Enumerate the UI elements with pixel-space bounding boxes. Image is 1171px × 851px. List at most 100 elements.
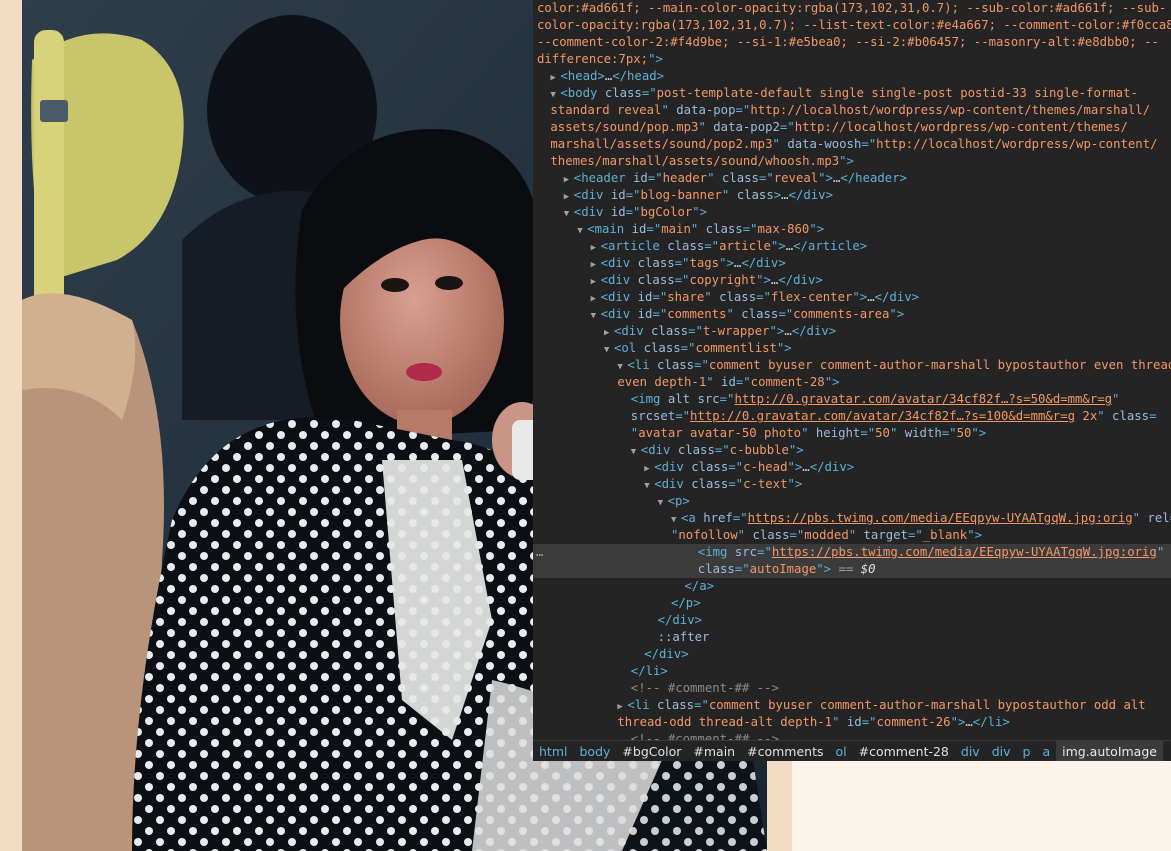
dom-token[interactable]: https://pbs.twimg.com/media/EEqpyw-UYAAT… xyxy=(772,545,1157,559)
breadcrumb-item[interactable]: html xyxy=(533,741,573,761)
dom-node-line[interactable]: <img src="https://pbs.twimg.com/media/EE… xyxy=(533,544,1171,561)
dom-node-line[interactable]: themes/marshall/assets/sound/whoosh.mp3"… xyxy=(533,153,1171,170)
dom-node-line[interactable]: <!-- #comment-## --> xyxy=(533,680,1171,697)
dom-node-line[interactable]: <!-- #comment-## --> xyxy=(533,731,1171,740)
dom-node-line[interactable]: srcset="http://0.gravatar.com/avatar/34c… xyxy=(533,408,1171,425)
dom-token: marshall/assets/sound/pop2.mp3 xyxy=(550,137,773,151)
expand-arrow-down-icon[interactable]: ▼ xyxy=(604,342,614,357)
dom-node-line[interactable]: class="autoImage"> == $0 xyxy=(533,561,1171,578)
dom-node-line[interactable]: ▶ <div class="c-head">…</div> xyxy=(533,459,1171,476)
breadcrumb[interactable]: html body #bgColor #main #comments ol #comment… xyxy=(533,740,1171,761)
dom-node-line[interactable]: ▶ <div id="share" class="flex-center">…</… xyxy=(533,289,1171,306)
dom-node-line[interactable]: ▼ <div class="c-bubble"> xyxy=(533,442,1171,459)
dom-node-line[interactable]: marshall/assets/sound/pop2.mp3" data-woo… xyxy=(533,136,1171,153)
dom-node-line[interactable]: </li> xyxy=(533,663,1171,680)
dom-node-line[interactable]: ▼ <a href="https://pbs.twimg.com/media/EE… xyxy=(533,510,1171,527)
dom-node-line[interactable]: ▼ <li class="comment byuser comment-autho… xyxy=(533,357,1171,374)
dom-node-line[interactable]: "nofollow" class="modded" target="_blank… xyxy=(533,527,1171,544)
dom-node-line[interactable]: </div> xyxy=(533,646,1171,663)
expand-arrow-right-icon[interactable]: ▶ xyxy=(604,325,614,340)
dom-node-line[interactable]: ▼ <p> xyxy=(533,493,1171,510)
dom-node-line[interactable]: --comment-color-2:#f4d9be; --si-1:#e5bea… xyxy=(533,34,1171,51)
devtools-elements-panel[interactable]: color:#ad661f; --main-color-opacity:rgba… xyxy=(533,0,1171,761)
expand-arrow-down-icon[interactable]: ▼ xyxy=(577,223,587,238)
expand-arrow-right-icon[interactable]: ▶ xyxy=(591,257,601,272)
dom-node-line[interactable]: ▶ <li class="comment byuser comment-autho… xyxy=(533,697,1171,714)
dom-node-line[interactable]: ▼ <ol class="commentlist"> xyxy=(533,340,1171,357)
dom-node-line[interactable]: standard reveal" data-pop="http://localh… xyxy=(533,102,1171,119)
dom-node-line[interactable]: ▶ <header id="header" class="reveal">…</h… xyxy=(533,170,1171,187)
dom-node-line[interactable]: </a> xyxy=(533,578,1171,595)
dom-node-line[interactable]: ▶ <div class="tags">…</div> xyxy=(533,255,1171,272)
breadcrumb-item[interactable]: ol xyxy=(829,741,852,761)
breadcrumb-item[interactable]: #bgColor xyxy=(616,741,687,761)
dom-token: 50 xyxy=(875,426,890,440)
breadcrumb-item[interactable]: body xyxy=(573,741,616,761)
dom-token: =" xyxy=(728,460,744,474)
expand-arrow-right-icon[interactable]: ▶ xyxy=(591,240,601,255)
dom-token: <div xyxy=(614,324,652,338)
dom-token: c-bubble xyxy=(729,443,789,457)
expand-arrow-down-icon[interactable]: ▼ xyxy=(564,206,574,221)
dom-node-line[interactable]: ▶ <div class="copyright">…</div> xyxy=(533,272,1171,289)
dom-node-line[interactable]: ▶ <article class="article">…</article> xyxy=(533,238,1171,255)
dom-token: "> xyxy=(769,324,785,338)
dom-node-line[interactable]: <img alt src="http://0.gravatar.com/avat… xyxy=(533,391,1171,408)
breadcrumb-item[interactable]: div xyxy=(955,741,986,761)
expand-arrow-down-icon[interactable]: ▼ xyxy=(617,359,627,374)
breadcrumb-item[interactable]: #comment-28 xyxy=(853,741,955,761)
dom-node-line[interactable]: ▶ <div class="t-wrapper">…</div> xyxy=(533,323,1171,340)
dom-node-line[interactable]: even depth-1" id="comment-28"> xyxy=(533,374,1171,391)
expand-arrow-down-icon[interactable]: ▼ xyxy=(644,478,654,493)
dom-node-line[interactable]: ▼ <main id="main" class="max-860"> xyxy=(533,221,1171,238)
expand-arrow-down-icon[interactable]: ▼ xyxy=(550,87,560,102)
dom-node-line[interactable]: ▼ <div id="bgColor"> xyxy=(533,204,1171,221)
dom-token: comment-28 xyxy=(750,375,825,389)
dom-node-line[interactable]: ▼ <body class="post-template-default sing… xyxy=(533,85,1171,102)
dom-token: alt src xyxy=(667,392,720,406)
expand-arrow-down-icon[interactable]: ▼ xyxy=(631,444,641,459)
dom-node-line[interactable]: </div> xyxy=(533,612,1171,629)
breadcrumb-item[interactable]: p xyxy=(1017,741,1037,761)
dom-tree[interactable]: color:#ad661f; --main-color-opacity:rgba… xyxy=(533,0,1171,740)
breadcrumb-item[interactable]: div xyxy=(986,741,1017,761)
dom-token: =" xyxy=(742,222,758,236)
dom-node-line[interactable]: ▶ <div id="blog-banner" class>…</div> xyxy=(533,187,1171,204)
dom-token: class xyxy=(721,171,759,185)
dom-node-line[interactable]: </p> xyxy=(533,595,1171,612)
expand-arrow-right-icon[interactable]: ▶ xyxy=(591,291,601,306)
expand-arrow-right-icon[interactable]: ▶ xyxy=(564,172,574,187)
dom-token: <img xyxy=(630,392,668,406)
dom-node-line[interactable]: ▼ <div class="c-text"> xyxy=(533,476,1171,493)
more-options-icon[interactable]: … xyxy=(536,544,543,561)
dom-node-line[interactable]: ▼ <div id="comments" class="comments-area… xyxy=(533,306,1171,323)
expand-arrow-right-icon[interactable]: ▶ xyxy=(564,189,574,204)
dom-token[interactable]: https://pbs.twimg.com/media/EEqpyw-UYAAT… xyxy=(748,511,1133,525)
dom-token[interactable]: http://0.gravatar.com/avatar/34cf82f…?s=… xyxy=(734,392,1112,406)
dom-node-line[interactable]: ::after xyxy=(533,629,1171,646)
expand-arrow-down-icon[interactable]: ▼ xyxy=(671,512,681,527)
dom-node-line[interactable]: difference:7px;"> xyxy=(533,51,1171,68)
dom-node-line[interactable]: thread-odd thread-alt depth-1" id="comme… xyxy=(533,714,1171,731)
expand-arrow-right-icon[interactable]: ▶ xyxy=(617,699,627,714)
breadcrumb-item[interactable]: img.autoImage xyxy=(1056,741,1163,761)
dom-node-line[interactable]: color-opacity:rgba(173,102,31,0.7); --li… xyxy=(533,17,1171,34)
dom-token: " xyxy=(721,188,737,202)
dom-node-line[interactable]: ▶ <head>…</head> xyxy=(533,68,1171,85)
expand-arrow-down-icon[interactable]: ▼ xyxy=(591,308,601,323)
expand-arrow-right-icon[interactable]: ▶ xyxy=(644,461,654,476)
dom-token: id xyxy=(721,375,736,389)
dom-node-line[interactable]: assets/sound/pop.mp3" data-pop2="http://… xyxy=(533,119,1171,136)
breadcrumb-item[interactable]: #comments xyxy=(741,741,829,761)
dom-token: bgColor xyxy=(640,205,693,219)
breadcrumb-item[interactable]: #main xyxy=(687,741,741,761)
dom-token: … xyxy=(781,188,789,202)
dom-token[interactable]: http://0.gravatar.com/avatar/34cf82f…?s=… xyxy=(690,409,1075,423)
expand-arrow-right-icon[interactable]: ▶ xyxy=(550,70,560,85)
expand-arrow-down-icon[interactable]: ▼ xyxy=(658,495,668,510)
breadcrumb-item[interactable]: a xyxy=(1036,741,1056,761)
dom-node-line[interactable]: "avatar avatar-50 photo" height="50" wid… xyxy=(533,425,1171,442)
dom-token: <body xyxy=(560,86,605,100)
expand-arrow-right-icon[interactable]: ▶ xyxy=(591,274,601,289)
dom-node-line[interactable]: color:#ad661f; --main-color-opacity:rgba… xyxy=(533,0,1171,17)
